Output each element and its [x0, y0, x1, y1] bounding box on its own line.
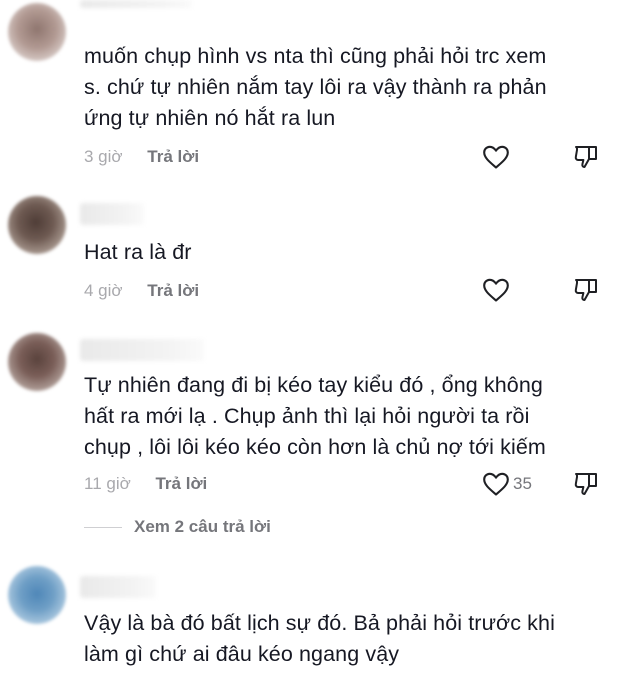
comment-text: muốn chụp hình vs nta thì cũng phải hỏi … [84, 44, 547, 130]
like-count: 35 [513, 474, 532, 493]
comment-meta: 4 giờ Trả lời [84, 279, 199, 303]
view-replies-label: Xem 2 câu trả lời [134, 517, 271, 536]
view-replies-button[interactable]: Xem 2 câu trả lời [84, 514, 271, 540]
heart-outline-icon[interactable] [482, 471, 510, 497]
comment-text: Tự nhiên đang đi bị kéo tay kiểu đó , ổn… [84, 373, 546, 459]
comment-text: Hat ra là đr [84, 240, 192, 264]
thumbs-down-icon[interactable] [572, 471, 600, 497]
heart-outline-icon[interactable] [482, 144, 510, 170]
comment-meta: 3 giờ Trả lời [84, 145, 199, 169]
reply-button[interactable]: Trả lời [147, 145, 199, 169]
divider-line [84, 526, 122, 528]
reply-button[interactable]: Trả lời [147, 279, 199, 303]
avatar[interactable] [8, 3, 66, 61]
reply-button[interactable]: Trả lời [155, 472, 207, 496]
comment-text: Vậy là bà đó bất lịch sự đó. Bả phải hỏi… [84, 611, 555, 666]
username-blurred[interactable] [80, 0, 192, 8]
comment-time: 3 giờ [84, 147, 123, 166]
comment-time: 11 giờ [84, 474, 131, 493]
heart-outline-icon[interactable] [482, 277, 510, 303]
username-blurred[interactable] [80, 339, 204, 361]
comment-time: 4 giờ [84, 281, 123, 300]
avatar[interactable] [8, 196, 66, 254]
comment-meta: 11 giờ Trả lời [84, 472, 207, 496]
thumbs-down-icon[interactable] [572, 277, 600, 303]
avatar[interactable] [8, 566, 66, 624]
username-blurred[interactable] [80, 576, 156, 598]
avatar[interactable] [8, 333, 66, 391]
username-blurred[interactable] [80, 203, 144, 225]
thumbs-down-icon[interactable] [572, 144, 600, 170]
